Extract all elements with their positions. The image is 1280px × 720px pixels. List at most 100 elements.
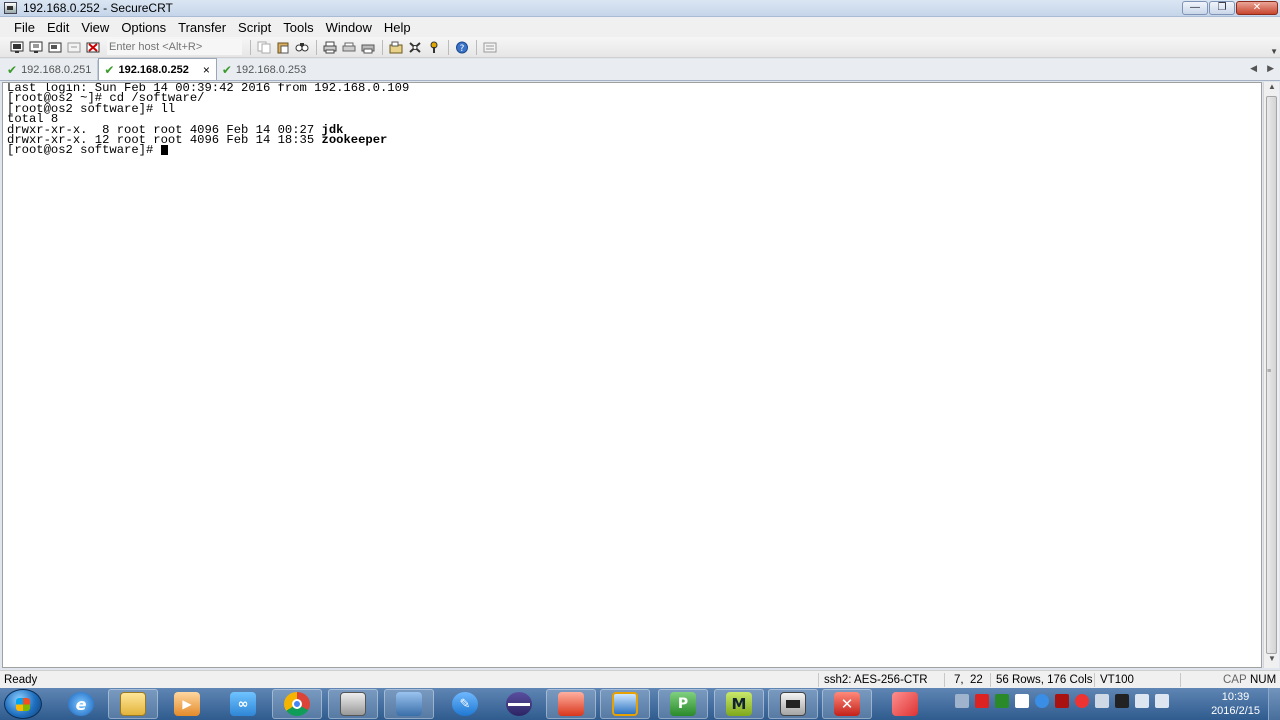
taskbar-file-manager-icon[interactable] — [328, 689, 378, 719]
quick-connect-icon[interactable] — [27, 39, 45, 55]
scroll-up-icon[interactable]: ▲ — [1264, 82, 1280, 96]
paste-icon[interactable] — [274, 39, 292, 55]
volume-tray-icon[interactable] — [1155, 694, 1169, 708]
terminal-line: [root@os2 software]# ll — [7, 101, 176, 116]
shield-tray-icon[interactable] — [1055, 694, 1069, 708]
show-desktop-button[interactable] — [1268, 688, 1280, 720]
input-method-tray-icon[interactable] — [1095, 694, 1109, 708]
find-icon[interactable] — [293, 39, 311, 55]
scroll-down-icon[interactable]: ▼ — [1264, 654, 1280, 668]
securecrt-app-icon[interactable] — [4, 2, 17, 14]
status-caps-lock: CAP — [1223, 674, 1247, 686]
windows-tray-icon[interactable] — [1015, 694, 1029, 708]
taskbar-ie-icon[interactable]: e — [56, 689, 106, 719]
connected-check-icon: ✔ — [104, 62, 115, 77]
sync-tray-icon[interactable] — [995, 694, 1009, 708]
tab-scroll-right-icon[interactable]: ▶ — [1267, 63, 1274, 74]
toolbar-separator — [316, 39, 317, 55]
tab-label: 192.168.0.252 — [118, 63, 189, 76]
session-tab-bar: ✔ 192.168.0.251 ✔ 192.168.0.252 × ✔ 192.… — [0, 58, 1280, 81]
scrollbar-thumb[interactable] — [1266, 96, 1277, 654]
windows-taskbar: e ▶ ∞ ✎ P M ✕ 10:39 2016/2/15 — [0, 688, 1280, 720]
help-icon[interactable]: ? — [453, 39, 471, 55]
window-controls: — ❐ ✕ — [1182, 1, 1278, 15]
status-bar: Ready ssh2: AES-256-CTR 7, 22 56 Rows, 1… — [0, 670, 1280, 688]
clock-time: 10:39 — [1221, 691, 1250, 703]
taskbar-securecrt-icon[interactable] — [768, 689, 818, 719]
status-num-lock: NUM — [1250, 674, 1277, 686]
taskbar-explorer-icon[interactable] — [108, 689, 158, 719]
toolbar-separator — [476, 39, 477, 55]
reconnect-icon[interactable] — [65, 39, 83, 55]
copy-icon[interactable] — [255, 39, 273, 55]
menu-file[interactable]: File — [8, 20, 41, 35]
taskbar-chrome-icon[interactable] — [272, 689, 322, 719]
tab-scroll-controls: ◀ ▶ — [1250, 63, 1274, 74]
tab-label: 192.168.0.251 — [21, 64, 92, 76]
taskbar-filezilla-icon[interactable] — [546, 689, 596, 719]
session-options-icon[interactable] — [387, 39, 405, 55]
toolbar-overflow-icon[interactable]: ▼ — [1270, 47, 1278, 56]
menu-tools[interactable]: Tools — [277, 20, 319, 35]
taskbar-cloud-drive-icon[interactable]: ∞ — [218, 689, 268, 719]
terminal-cursor — [160, 145, 168, 156]
menu-transfer[interactable]: Transfer — [172, 20, 232, 35]
global-options-icon[interactable] — [406, 39, 424, 55]
menu-script[interactable]: Script — [232, 20, 277, 35]
taskbar-eraser-app-icon[interactable] — [880, 689, 930, 719]
status-cipher: ssh2: AES-256-CTR — [824, 674, 928, 686]
status-separator — [818, 673, 819, 687]
menu-window[interactable]: Window — [320, 20, 378, 35]
keyboard-tray-icon[interactable] — [955, 694, 969, 708]
keymap-icon[interactable] — [425, 39, 443, 55]
app-tray-icon[interactable] — [1115, 694, 1129, 708]
menu-edit[interactable]: Edit — [41, 20, 75, 35]
close-button[interactable]: ✕ — [1236, 1, 1278, 15]
menu-options[interactable]: Options — [115, 20, 172, 35]
terminal-scrollbar[interactable]: ▲ ≡ ▼ — [1263, 82, 1279, 668]
menu-view[interactable]: View — [75, 20, 115, 35]
feather-tray-icon[interactable] — [1035, 694, 1049, 708]
tab-close-icon[interactable]: × — [203, 63, 210, 77]
gear-tray-icon[interactable] — [1075, 694, 1089, 708]
print-icon[interactable] — [321, 39, 339, 55]
status-ready: Ready — [4, 674, 38, 686]
directory-name: zookeeper — [321, 132, 388, 147]
status-separator — [1094, 673, 1095, 687]
start-button[interactable] — [4, 689, 42, 719]
status-separator — [944, 673, 945, 687]
disconnect-icon[interactable] — [84, 39, 102, 55]
print-setup-icon[interactable] — [359, 39, 377, 55]
taskbar-virtualbox-icon[interactable] — [600, 689, 650, 719]
network-tray-icon[interactable] — [1135, 694, 1149, 708]
minimize-button[interactable]: — — [1182, 1, 1208, 15]
taskbar-network-app-icon[interactable] — [384, 689, 434, 719]
menu-bar: File Edit View Options Transfer Script T… — [0, 17, 1280, 37]
window-title: 192.168.0.252 - SecureCRT — [23, 1, 173, 15]
security-tray-icon[interactable] — [975, 694, 989, 708]
tab-scroll-left-icon[interactable]: ◀ — [1250, 63, 1257, 74]
svg-text:?: ? — [460, 44, 465, 54]
taskbar-clock[interactable]: 10:39 2016/2/15 — [1211, 690, 1260, 718]
tab-session-253[interactable]: ✔ 192.168.0.253 — [217, 60, 312, 80]
status-cursor-position: 7, 22 — [954, 674, 983, 686]
terminal-output[interactable]: Last login: Sun Feb 14 00:39:42 2016 fro… — [2, 82, 1262, 668]
taskbar-media-player-icon[interactable]: ▶ — [162, 689, 212, 719]
taskbar-eclipse-icon[interactable] — [494, 689, 544, 719]
taskbar-feather-app-icon[interactable]: ✎ — [440, 689, 490, 719]
tab-session-251[interactable]: ✔ 192.168.0.251 — [2, 60, 99, 80]
menu-help[interactable]: Help — [378, 20, 417, 35]
toolbar-separator — [250, 39, 251, 55]
tab-label: 192.168.0.253 — [235, 64, 307, 76]
taskbar-project-icon[interactable]: P — [658, 689, 708, 719]
maximize-button[interactable]: ❐ — [1209, 1, 1235, 15]
toolbar-separator — [448, 39, 449, 55]
taskbar-markdown-editor-icon[interactable]: M — [714, 689, 764, 719]
print-selection-icon[interactable] — [340, 39, 358, 55]
connect-icon[interactable] — [8, 39, 26, 55]
tab-session-252[interactable]: ✔ 192.168.0.252 × — [98, 58, 217, 80]
enter-host-input[interactable] — [107, 39, 242, 55]
taskbar-xmind-icon[interactable]: ✕ — [822, 689, 872, 719]
connect-tab-icon[interactable] — [46, 39, 64, 55]
button-bar-icon[interactable] — [481, 39, 499, 55]
